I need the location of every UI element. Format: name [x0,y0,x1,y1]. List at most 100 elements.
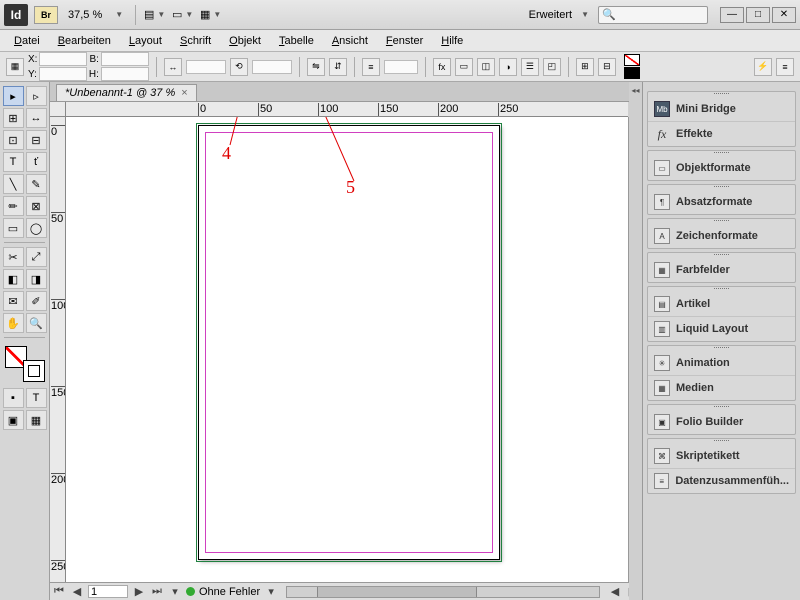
last-page-button[interactable]: ⏭ [150,585,164,598]
panel-item[interactable]: fxEffekte [648,121,795,146]
line-tool[interactable]: ╲ [3,174,24,194]
menu-bearbeiten[interactable]: Bearbeiten [50,33,119,49]
menu-hilfe[interactable]: Hilfe [433,33,471,49]
panel-item[interactable]: ▭Objektformate [648,156,795,180]
workspace-switcher[interactable]: Erweitert [529,9,572,21]
fill-stroke-swatches[interactable] [624,54,640,79]
pasteboard[interactable]: 4 5 [66,117,628,582]
panel-item[interactable]: ▣Folio Builder [648,410,795,434]
preview-view-icon[interactable]: ▦ [26,410,47,430]
stroke-weight-icon[interactable]: ≡ [362,58,380,76]
panel-item[interactable]: MbMini Bridge [648,97,795,121]
page-menu-icon[interactable]: ▾ [168,585,182,598]
content-placer-tool[interactable]: ⊟ [26,130,47,150]
rotate-icon[interactable]: ⟲ [230,58,248,76]
gap-tool[interactable]: ↔ [26,108,47,128]
scroll-left-icon[interactable]: ◀ [608,585,622,598]
pen-tool[interactable]: ✎ [26,174,47,194]
corner-options-icon[interactable]: ◰ [543,58,561,76]
next-page-button[interactable]: ▶ [132,585,146,598]
align-icon[interactable]: ⊞ [576,58,594,76]
panel-item[interactable]: AZeichenformate [648,224,795,248]
close-button[interactable]: ✕ [772,7,796,23]
gradient-feather-tool[interactable]: ◨ [26,269,47,289]
menu-schrift[interactable]: Schrift [172,33,219,49]
panel-item[interactable]: ⌘Skriptetikett [648,444,795,468]
scissors-tool[interactable]: ✂ [3,247,24,267]
horizontal-ruler[interactable]: 0 50 100 150 200 250 [66,102,628,117]
panel-menu-icon[interactable]: ≡ [776,58,794,76]
note-tool[interactable]: ✉ [3,291,24,311]
reference-point-icon[interactable]: ▦ [6,58,24,76]
distribute-icon[interactable]: ⊟ [598,58,616,76]
type-on-path-tool[interactable]: ť [26,152,47,172]
document-tab[interactable]: *Unbenannt-1 @ 37 % × [56,84,197,101]
tab-close-icon[interactable]: × [181,87,187,99]
free-transform-tool[interactable]: ⤢ [26,247,47,267]
wrap-bound-icon[interactable]: ◫ [477,58,495,76]
screen-mode-button[interactable]: ▭▼ [173,5,195,25]
view-options-button[interactable]: ▤▼ [145,5,167,25]
panel-item[interactable]: ≡Datenzusammenfüh... [648,468,795,493]
quick-apply-icon[interactable]: ⚡ [754,58,772,76]
scale-x-icon[interactable]: ↔ [164,58,182,76]
ellipse-tool[interactable]: ◯ [26,218,47,238]
panel-item[interactable]: ¶Absatzformate [648,190,795,214]
prev-page-button[interactable]: ◀ [70,585,84,598]
zoom-level[interactable]: 37,5 % [64,9,106,21]
stroke-proxy-icon[interactable] [23,360,45,382]
fill-none-icon[interactable] [624,54,640,66]
zoom-tool[interactable]: 🔍 [26,313,47,333]
menu-tabelle[interactable]: Tabelle [271,33,322,49]
y-field[interactable] [39,67,87,81]
minimize-button[interactable]: — [720,7,744,23]
h-field[interactable] [101,67,149,81]
page-number-field[interactable]: 1 [88,585,128,598]
page[interactable] [198,125,500,560]
selection-tool[interactable]: ▸ [3,86,24,106]
rectangle-frame-tool[interactable]: ⊠ [26,196,47,216]
fx-icon[interactable]: fx [433,58,451,76]
scale-x-field[interactable] [186,60,226,74]
hand-tool[interactable]: ✋ [3,313,24,333]
eyedropper-tool[interactable]: ✐ [26,291,47,311]
first-page-button[interactable]: ⏮ [52,585,66,598]
zoom-caret-icon[interactable]: ▼ [112,10,126,19]
rotate-field[interactable] [252,60,292,74]
search-input[interactable]: 🔍 [598,6,708,24]
panel-item[interactable]: ▤Artikel [648,292,795,316]
apply-color-icon[interactable]: ▪ [3,388,24,408]
type-tool[interactable]: T [3,152,24,172]
stroke-black-icon[interactable] [624,67,640,79]
wrap-jump-icon[interactable]: ☰ [521,58,539,76]
hscroll-thumb[interactable] [317,587,477,597]
preflight-status[interactable]: Ohne Fehler [199,586,260,598]
horizontal-scrollbar[interactable] [286,586,600,598]
wrap-shape-icon[interactable]: ◑ [499,58,517,76]
flip-h-icon[interactable]: ⇋ [307,58,325,76]
content-collector-tool[interactable]: ⊡ [3,130,24,150]
flip-v-icon[interactable]: ⇵ [329,58,347,76]
w-field[interactable] [101,52,149,66]
preflight-menu-icon[interactable]: ▾ [264,585,278,598]
maximize-button[interactable]: □ [746,7,770,23]
menu-layout[interactable]: Layout [121,33,170,49]
pencil-tool[interactable]: ✏ [3,196,24,216]
bridge-button[interactable]: Br [34,6,58,24]
panel-item[interactable]: ✳Animation [648,351,795,375]
apply-text-icon[interactable]: T [26,388,47,408]
workspace-caret-icon[interactable]: ▼ [578,10,592,19]
arrange-documents-button[interactable]: ▦▼ [201,5,223,25]
wrap-none-icon[interactable]: ▭ [455,58,473,76]
menu-fenster[interactable]: Fenster [378,33,431,49]
normal-view-icon[interactable]: ▣ [3,410,24,430]
gradient-swatch-tool[interactable]: ◧ [3,269,24,289]
fill-stroke-proxy[interactable] [5,346,45,382]
vertical-ruler[interactable]: 0 50 100 150 200 250 [50,117,66,582]
x-field[interactable] [39,52,87,66]
menu-objekt[interactable]: Objekt [221,33,269,49]
stroke-field[interactable] [384,60,418,74]
direct-selection-tool[interactable]: ▹ [26,86,47,106]
menu-ansicht[interactable]: Ansicht [324,33,376,49]
rectangle-tool[interactable]: ▭ [3,218,24,238]
